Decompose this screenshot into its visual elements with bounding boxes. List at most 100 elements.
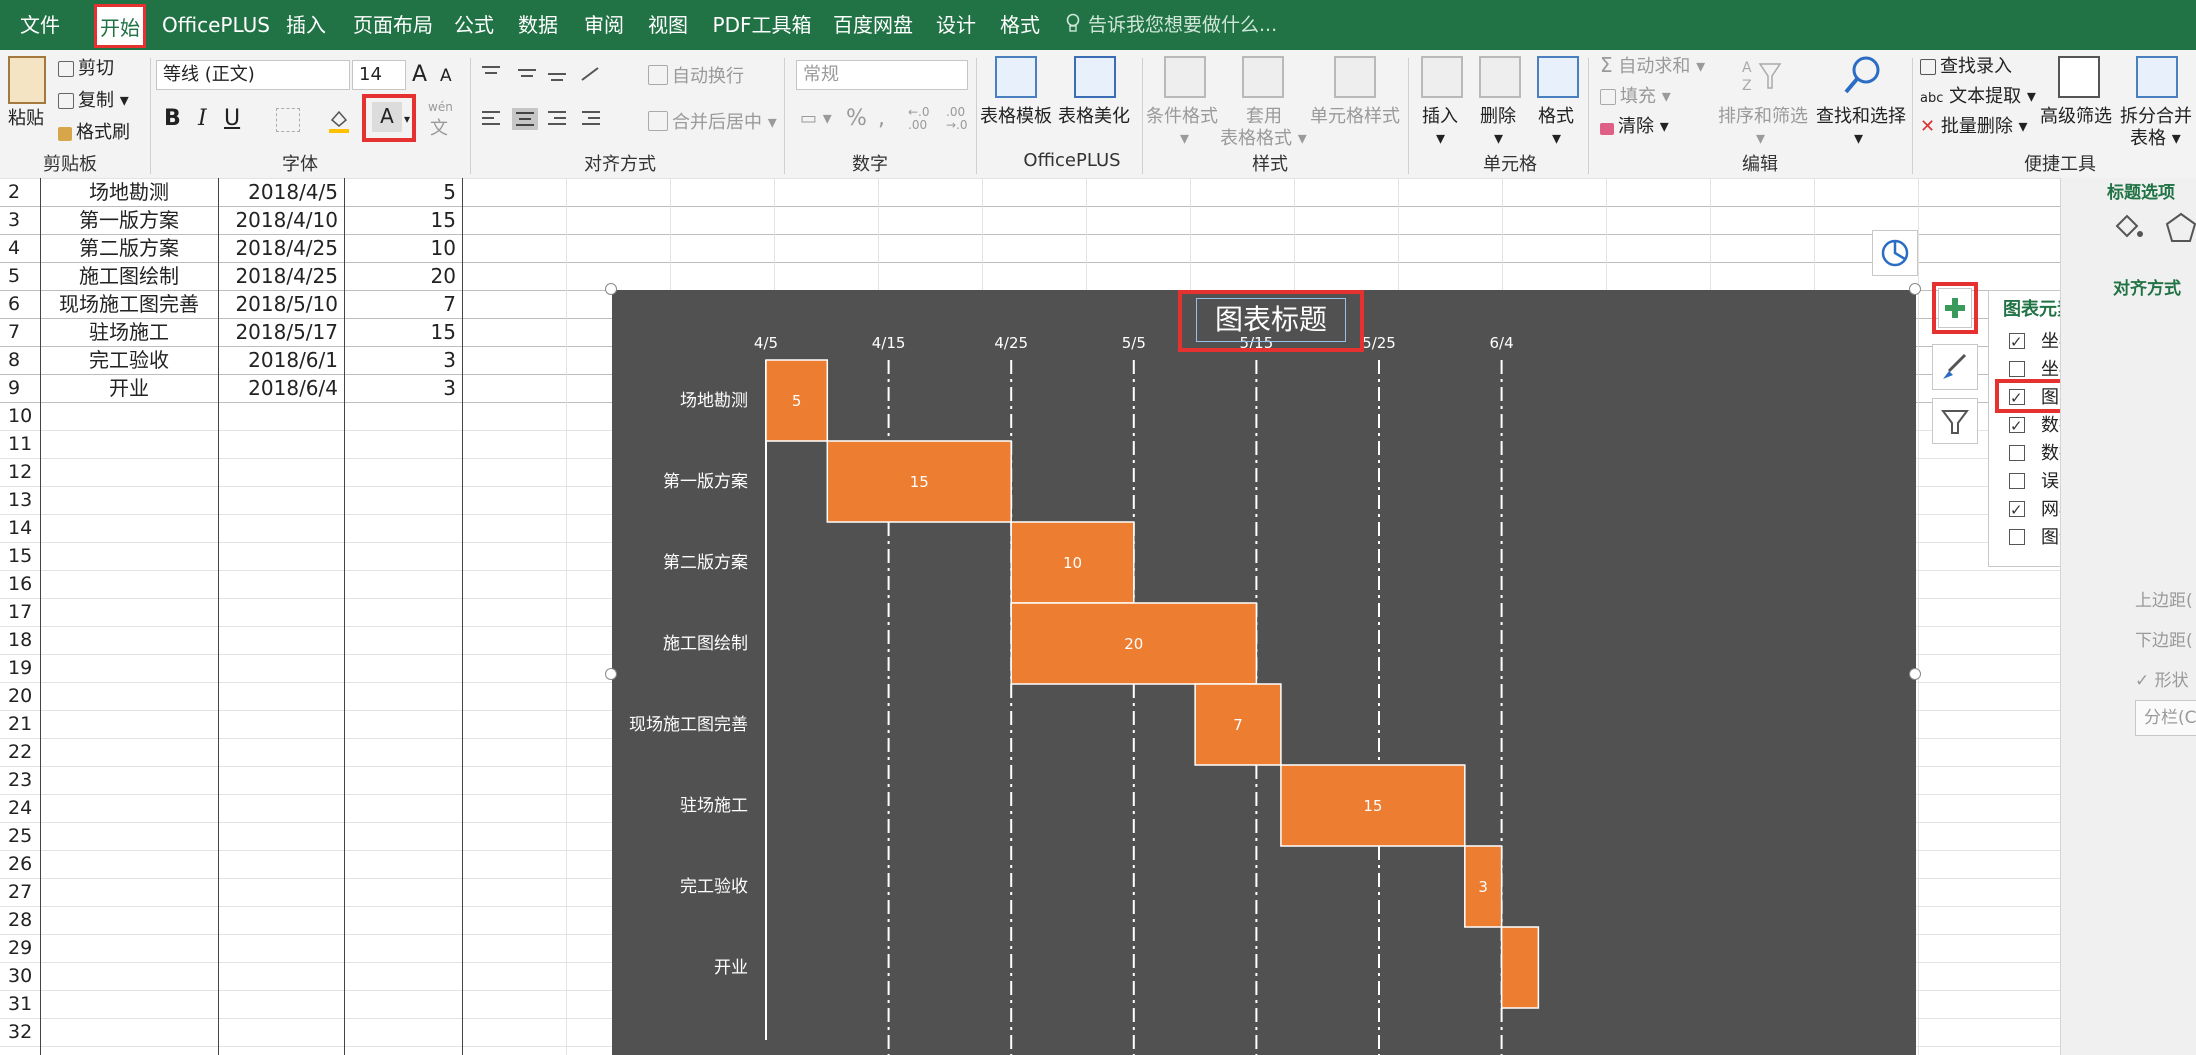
autosum-button[interactable]: Σ 自动求和 ▾: [1600, 52, 1705, 78]
row-number[interactable]: 22: [0, 738, 40, 766]
tab-formulas[interactable]: 公式: [452, 0, 496, 50]
cell-duration[interactable]: 15: [344, 206, 456, 234]
split-merge-icon[interactable]: [2136, 56, 2178, 98]
resize-handle[interactable]: [605, 283, 617, 295]
decimal-buttons[interactable]: ←.0.00: [908, 106, 930, 132]
checkbox[interactable]: [2009, 497, 2025, 523]
cell-style-button[interactable]: 单元格样式: [1310, 102, 1400, 128]
table-format-icon[interactable]: [1242, 56, 1284, 98]
cell-start-date[interactable]: 2018/5/10: [218, 290, 338, 318]
cell-start-date[interactable]: 2018/4/25: [218, 262, 338, 290]
row-number[interactable]: 10: [0, 402, 40, 430]
table-beautify-icon[interactable]: [1074, 56, 1116, 98]
cell-start-date[interactable]: 2018/4/10: [218, 206, 338, 234]
cut-button[interactable]: 剪切: [58, 54, 114, 80]
shape-checkbox[interactable]: ✓ 形状: [2135, 666, 2189, 691]
row-number[interactable]: 30: [0, 962, 40, 990]
tab-data[interactable]: 数据: [516, 0, 560, 50]
pentagon-icon[interactable]: [2165, 212, 2196, 242]
resize-handle[interactable]: [1909, 283, 1921, 295]
cell-task[interactable]: 驻场施工: [40, 318, 218, 346]
chart-title[interactable]: 图表标题: [1196, 298, 1346, 342]
tell-me-search[interactable]: 告诉我您想要做什么...: [1088, 0, 1348, 50]
cell-duration[interactable]: 5: [344, 178, 456, 206]
underline-button[interactable]: U: [224, 106, 240, 131]
fill-button[interactable]: 填充 ▾: [1600, 82, 1671, 108]
cell-duration[interactable]: 20: [344, 262, 456, 290]
chart-elements-button[interactable]: [1938, 288, 1972, 328]
row-number[interactable]: 14: [0, 514, 40, 542]
italic-button[interactable]: I: [198, 106, 207, 131]
cell-duration[interactable]: 7: [344, 290, 456, 318]
row-number[interactable]: 32: [0, 1018, 40, 1046]
sort-filter-button[interactable]: 排序和筛选 ▾: [1718, 102, 1808, 149]
cell-style-icon[interactable]: [1334, 56, 1376, 98]
checkbox[interactable]: [2009, 445, 2025, 461]
row-number[interactable]: 20: [0, 682, 40, 710]
conditional-format-icon[interactable]: [1164, 56, 1206, 98]
advanced-filter-icon[interactable]: [2058, 56, 2100, 98]
font-grow-button[interactable]: A: [412, 62, 427, 87]
format-painter-button[interactable]: 格式刷: [58, 118, 130, 144]
tab-insert[interactable]: 插入: [284, 0, 328, 50]
cell-start-date[interactable]: 2018/4/5: [218, 178, 338, 206]
row-number[interactable]: 11: [0, 430, 40, 458]
chart-filters-button[interactable]: [1932, 398, 1978, 444]
percent-button[interactable]: %: [846, 106, 867, 131]
font-shrink-button[interactable]: A: [440, 66, 452, 86]
resize-handle[interactable]: [1909, 668, 1921, 680]
tab-pdf-tools[interactable]: PDF工具箱: [712, 0, 812, 50]
cell-task[interactable]: 第二版方案: [40, 234, 218, 262]
batch-delete-button[interactable]: ✕ 批量删除 ▾: [1920, 112, 2028, 138]
copy-button[interactable]: 复制 ▾: [58, 86, 129, 112]
tab-review[interactable]: 审阅: [582, 0, 626, 50]
cell-start-date[interactable]: 2018/5/17: [218, 318, 338, 346]
row-number[interactable]: 28: [0, 906, 40, 934]
tab-officeplus[interactable]: OfficePLUS: [162, 0, 270, 50]
cell-task[interactable]: 施工图绘制: [40, 262, 218, 290]
row-number[interactable]: 21: [0, 710, 40, 738]
row-number[interactable]: 27: [0, 878, 40, 906]
checkbox[interactable]: [2009, 361, 2025, 377]
delete-cells-button[interactable]: 删除 ▾: [1480, 102, 1516, 149]
tab-file[interactable]: 文件: [18, 0, 62, 50]
sort-filter-icon[interactable]: AZ: [1740, 56, 1784, 96]
row-number[interactable]: 25: [0, 822, 40, 850]
row-number[interactable]: 26: [0, 850, 40, 878]
phonetic-button[interactable]: 文: [430, 114, 448, 140]
row-number[interactable]: 7: [0, 318, 40, 346]
align-horizontal-icons[interactable]: [482, 108, 622, 130]
advanced-filter-button[interactable]: 高级筛选: [2040, 102, 2112, 128]
search-icon[interactable]: [1840, 54, 1884, 98]
chart-refresh-button[interactable]: [1872, 230, 1918, 276]
align-top-icons[interactable]: [482, 64, 612, 84]
resize-handle[interactable]: [605, 668, 617, 680]
currency-icon[interactable]: ▭ ▾: [800, 108, 832, 129]
cell-task[interactable]: 完工验收: [40, 346, 218, 374]
cell-start-date[interactable]: 2018/6/1: [218, 346, 338, 374]
font-name-select[interactable]: 等线 (正文): [156, 60, 350, 90]
gantt-chart[interactable]: 4/5 4/15 4/25 5/5 5/15 5/25 6/4 场地勘测 5 第一版方案 15 第二版…: [612, 290, 1916, 1055]
tab-home[interactable]: 开始: [94, 4, 146, 48]
delete-cells-icon[interactable]: [1479, 56, 1521, 98]
chart-styles-button[interactable]: [1932, 344, 1978, 390]
font-size-select[interactable]: 14: [352, 60, 406, 90]
tab-page-layout[interactable]: 页面布局: [350, 0, 436, 50]
table-format-button[interactable]: 表格格式 ▾: [1220, 124, 1307, 150]
pane-title[interactable]: 标题选项: [2107, 178, 2175, 203]
checkbox[interactable]: [2009, 329, 2025, 355]
chevron-down-icon[interactable]: ▾: [404, 112, 410, 126]
cell-duration[interactable]: 3: [344, 374, 456, 402]
row-number[interactable]: 18: [0, 626, 40, 654]
tab-baidu-netdisk[interactable]: 百度网盘: [830, 0, 916, 50]
conditional-format-button[interactable]: 条件格式 ▾: [1146, 102, 1218, 149]
row-number[interactable]: 12: [0, 458, 40, 486]
row-number[interactable]: 24: [0, 794, 40, 822]
paste-icon[interactable]: [8, 56, 46, 104]
table-template-icon[interactable]: [995, 56, 1037, 98]
tab-format[interactable]: 格式: [998, 0, 1042, 50]
fill-color-icon[interactable]: [328, 108, 349, 133]
row-number[interactable]: 8: [0, 346, 40, 374]
cell-task[interactable]: 现场施工图完善: [40, 290, 218, 318]
split-merge-button[interactable]: 表格 ▾: [2130, 124, 2181, 150]
